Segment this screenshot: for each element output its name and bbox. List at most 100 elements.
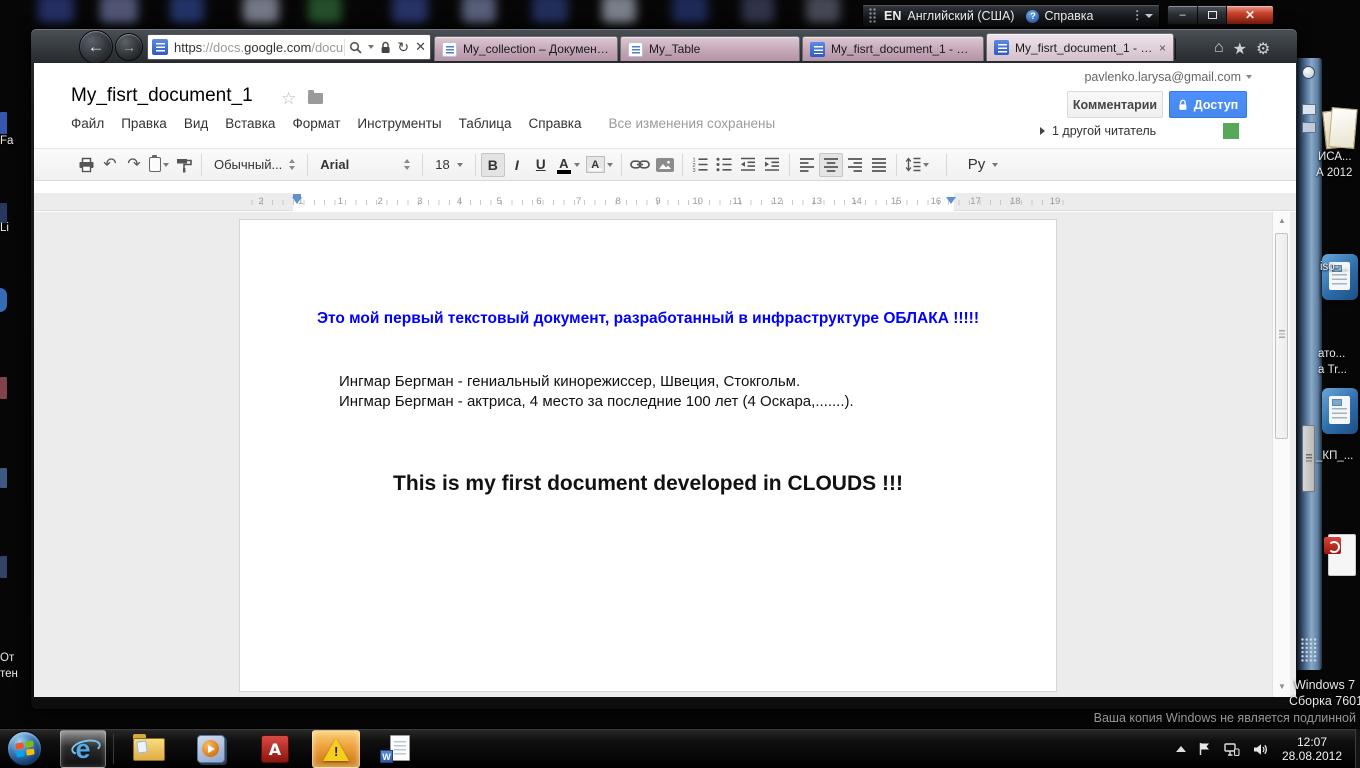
align-right-button[interactable] xyxy=(843,153,867,177)
action-center-flag-icon[interactable] xyxy=(1199,742,1211,756)
menu-edit[interactable]: Правка xyxy=(121,116,167,131)
left-indent-marker[interactable] xyxy=(292,194,302,204)
start-button[interactable] xyxy=(7,731,42,766)
tray-expand-icon[interactable] xyxy=(1176,746,1186,752)
desktop-icon-label[interactable]: ато... xyxy=(1318,348,1345,360)
tab-my-first-document-active[interactable]: My_fisrt_document_1 - Д... × xyxy=(986,33,1174,61)
document-page[interactable]: Это мой первый текстовый документ, разра… xyxy=(239,219,1057,692)
comments-button[interactable]: Комментарии xyxy=(1067,91,1163,118)
maximize-button[interactable] xyxy=(1198,5,1227,25)
desktop-icon-label[interactable]: а Tr... xyxy=(1318,364,1347,376)
language-name[interactable]: Английский (США) xyxy=(907,9,1014,23)
justify-button[interactable] xyxy=(867,153,891,177)
home-icon[interactable]: ⌂ xyxy=(1214,39,1224,59)
menu-view[interactable]: Вид xyxy=(184,116,208,131)
paint-format-button[interactable] xyxy=(172,153,196,177)
chevron-down-icon[interactable] xyxy=(1145,14,1153,18)
star-document-icon[interactable]: ☆ xyxy=(281,89,296,109)
desktop-pdf-icon[interactable] xyxy=(1324,534,1356,576)
font-size-select[interactable]: 18 xyxy=(428,153,469,177)
language-help-label[interactable]: Справка xyxy=(1044,9,1093,23)
desktop-icon-fragment[interactable] xyxy=(0,556,7,578)
show-desktop-button[interactable] xyxy=(1355,729,1360,768)
desktop-icon-fragment[interactable] xyxy=(0,468,7,488)
bold-button[interactable]: B xyxy=(480,152,505,177)
desktop-icon-label[interactable]: тен xyxy=(0,668,18,680)
doc-blue-heading[interactable]: Это мой первый текстовый документ, разра… xyxy=(240,310,1056,328)
help-question-icon[interactable]: ? xyxy=(1026,9,1040,23)
stop-icon[interactable]: ✕ xyxy=(415,39,426,55)
search-icon[interactable] xyxy=(349,41,362,54)
numbered-list-button[interactable]: 123 xyxy=(688,153,712,177)
tab-my-collection[interactable]: My_collection – Документы... xyxy=(434,36,618,61)
taskbar-alert-button[interactable]: ! xyxy=(312,730,360,768)
taskbar-word-document-button[interactable]: W xyxy=(372,730,418,768)
search-dropdown-icon[interactable] xyxy=(368,45,375,49)
ruler[interactable]: 2 1 1 2 3 4 5 6 7 8 9 10 11 12 13 14 15 16 17 18 19 xyxy=(34,193,1296,211)
desktop-icon-fragment[interactable] xyxy=(0,288,7,312)
doc-line-1[interactable]: Ингмар Бергман - гениальный кинорежиссер… xyxy=(339,373,800,390)
desktop-document-icon[interactable] xyxy=(1322,388,1358,434)
menu-format[interactable]: Формат xyxy=(292,116,340,131)
menu-file[interactable]: Файл xyxy=(71,116,104,131)
increase-indent-button[interactable] xyxy=(760,153,784,177)
viewers-toggle[interactable]: 1 другой читатель xyxy=(1040,124,1156,138)
tab-close-icon[interactable]: × xyxy=(1159,41,1166,55)
highlight-color-button[interactable]: A xyxy=(583,153,616,177)
undo-button[interactable]: ↶ xyxy=(98,153,122,177)
bulleted-list-button[interactable] xyxy=(712,153,736,177)
align-center-button[interactable] xyxy=(818,152,843,177)
scroll-up-icon[interactable]: ▲ xyxy=(1273,216,1291,225)
tab-my-first-document-bg[interactable]: My_fisrt_document_1 - Док... xyxy=(802,36,984,61)
taskbar-ie-button[interactable]: e xyxy=(60,730,106,768)
menu-table[interactable]: Таблица xyxy=(459,116,512,131)
scroll-down-icon[interactable]: ▼ xyxy=(1273,682,1291,691)
language-bar[interactable]: EN Английский (США) ? Справка xyxy=(862,4,1160,28)
forward-button[interactable]: → xyxy=(115,33,143,61)
menu-help[interactable]: Справка xyxy=(529,116,582,131)
url-text[interactable]: https://docs.google.com/document/d/10 xyxy=(174,40,344,55)
insert-link-button[interactable] xyxy=(627,153,653,177)
decrease-indent-button[interactable] xyxy=(736,153,760,177)
underline-button[interactable]: U xyxy=(529,153,553,177)
taskbar-clock[interactable]: 12:07 28.08.2012 xyxy=(1272,735,1352,763)
input-tools-button[interactable]: Ру xyxy=(961,153,1006,177)
options-dots-icon[interactable] xyxy=(1136,10,1140,22)
insert-image-button[interactable] xyxy=(653,153,677,177)
minimize-button[interactable]: – xyxy=(1167,5,1198,25)
scrollbar-thumb[interactable] xyxy=(1275,233,1288,439)
align-left-button[interactable] xyxy=(795,153,819,177)
taskbar-adobe-reader-button[interactable]: A xyxy=(252,730,298,768)
share-button[interactable]: Доступ xyxy=(1169,91,1247,118)
doc-line-2[interactable]: Ингмар Бергман - актриса, 4 место за пос… xyxy=(339,393,854,410)
favorites-star-icon[interactable]: ★ xyxy=(1233,39,1247,59)
text-color-button[interactable]: A xyxy=(553,153,583,177)
italic-button[interactable]: I xyxy=(505,153,529,177)
font-select[interactable]: Arial xyxy=(313,153,417,177)
address-bar[interactable]: https://docs.google.com/document/d/10 ↻ … xyxy=(147,34,431,60)
document-title[interactable]: My_fisrt_document_1 xyxy=(71,85,253,107)
desktop-file-icon[interactable] xyxy=(1322,106,1356,150)
redo-button[interactable]: ↷ xyxy=(122,153,146,177)
settings-gear-icon[interactable]: ⚙ xyxy=(1256,39,1270,59)
desktop-icon-label[interactable]: _КП_... xyxy=(1316,450,1353,462)
desktop-icon-fragment[interactable] xyxy=(0,203,7,223)
menu-insert[interactable]: Вставка xyxy=(225,116,275,131)
right-indent-marker[interactable] xyxy=(946,197,956,204)
desktop-icon-label[interactable]: iso-... xyxy=(1320,261,1348,273)
account-menu[interactable]: pavlenko.larysa@gmail.com xyxy=(1084,70,1252,84)
language-code[interactable]: EN xyxy=(884,9,901,23)
tab-my-table[interactable]: My_Table xyxy=(620,36,800,61)
taskbar-explorer-button[interactable] xyxy=(126,730,172,768)
taskbar-media-player-button[interactable] xyxy=(188,730,234,768)
styles-select[interactable]: Обычный... xyxy=(207,153,302,177)
folder-move-icon[interactable] xyxy=(308,90,323,104)
desktop-icon-fragment[interactable] xyxy=(0,112,7,134)
desktop-icon-label[interactable]: Li xyxy=(0,222,9,234)
desktop-icon-label[interactable]: ИСА... xyxy=(1318,151,1352,163)
document-scrollbar[interactable]: ▲ ▼ xyxy=(1272,212,1290,697)
web-clipboard-button[interactable] xyxy=(146,153,172,177)
network-icon[interactable] xyxy=(1224,742,1240,756)
print-button[interactable] xyxy=(74,153,98,177)
back-button[interactable]: ← xyxy=(79,30,113,64)
